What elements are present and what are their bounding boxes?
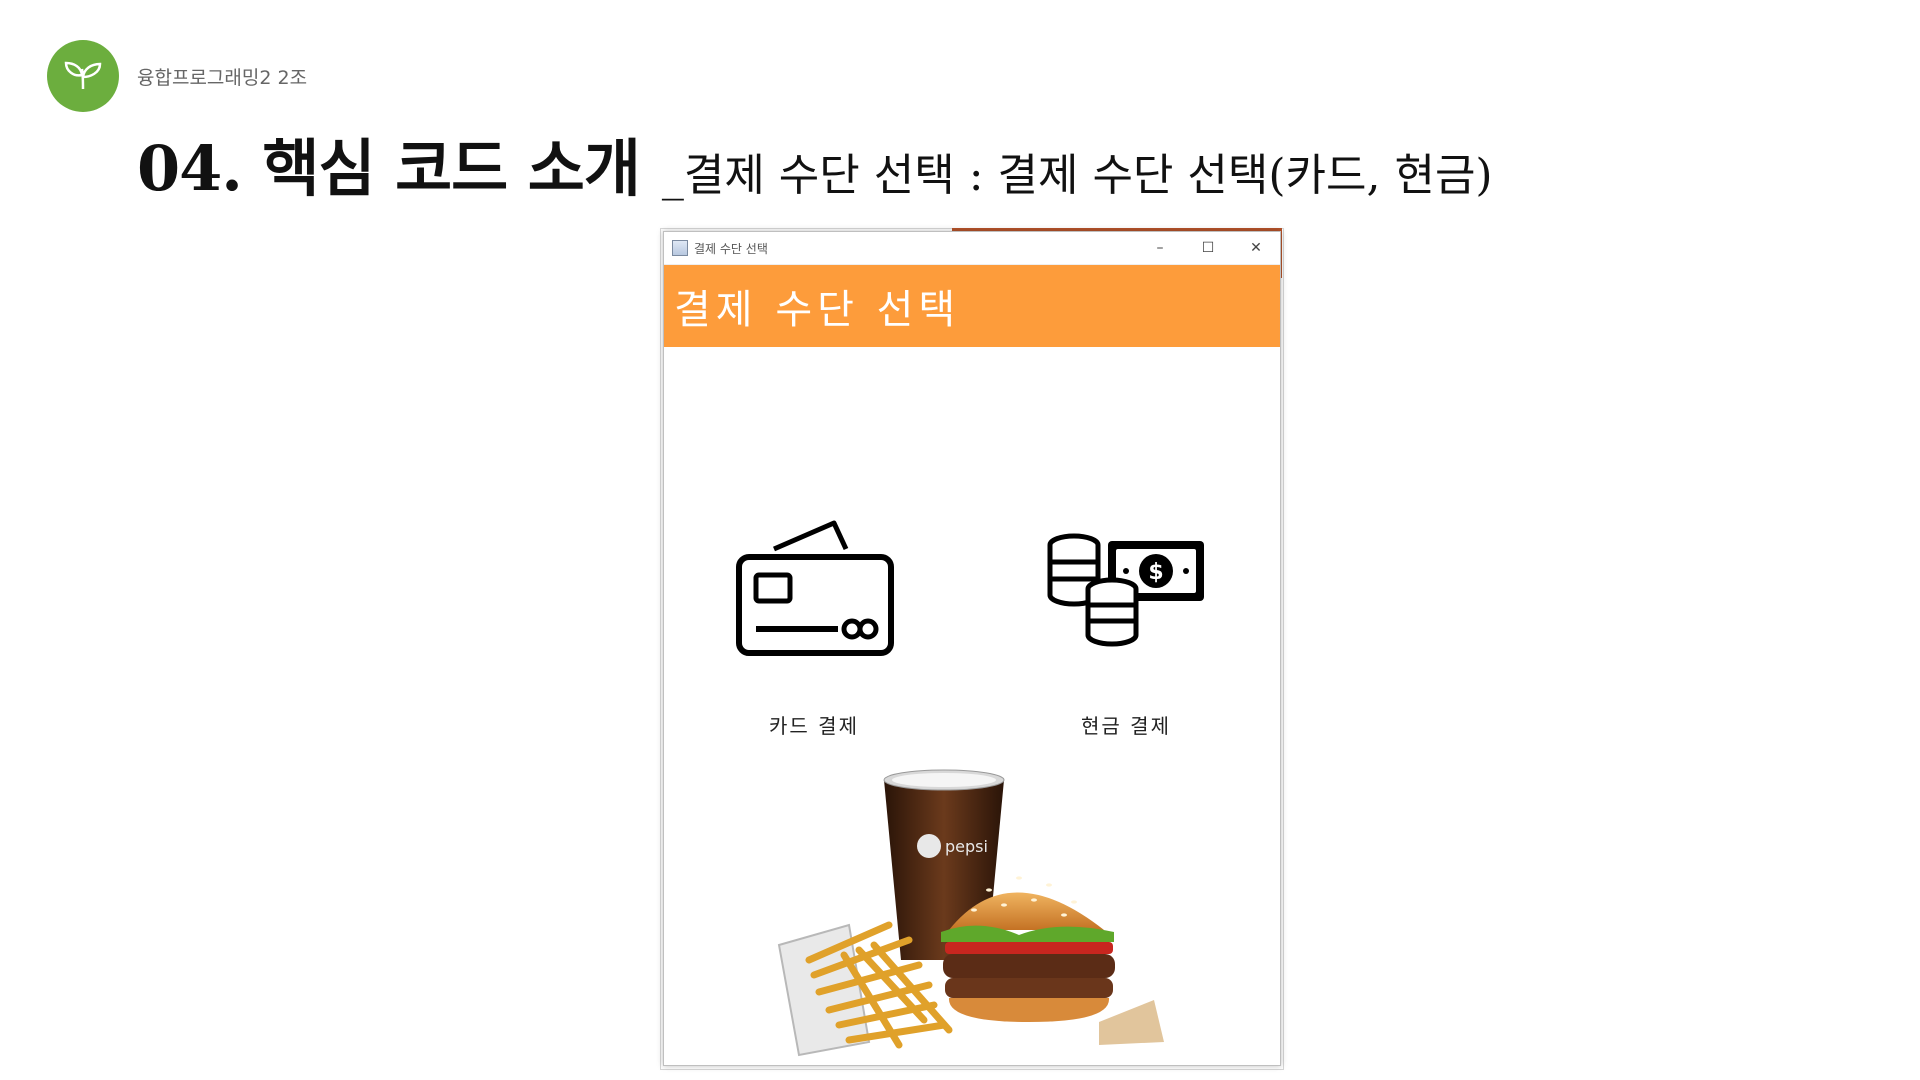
title-main: 04. 핵심 코드 소개	[137, 132, 641, 205]
java-app-icon	[672, 240, 688, 256]
cash-payment-label: 현금 결제	[1081, 714, 1171, 738]
cash-coins-icon: $	[1047, 533, 1204, 647]
card-payment-label: 카드 결제	[769, 714, 859, 738]
header-title: 결제 수단 선택	[674, 287, 961, 333]
window-controls: – ☐ ✕	[1136, 232, 1280, 264]
pepsi-logo	[917, 834, 941, 858]
payment-window: 결제 수단 선택 – ☐ ✕ 결제 수단 선택 카드 결제 $ 현금 결제 pe…	[663, 231, 1281, 1066]
window-titlebar[interactable]: 결제 수단 선택 – ☐ ✕	[664, 232, 1280, 265]
team-label: 융합프로그래밍2 2조	[137, 67, 308, 89]
close-button[interactable]: ✕	[1232, 232, 1280, 264]
cash-payment-button[interactable]: $ 현금 결제	[1046, 517, 1206, 739]
window-title: 결제 수단 선택	[694, 241, 768, 256]
cup-brand-text: pepsi	[945, 837, 988, 856]
burger-set-image: pepsi	[777, 769, 1164, 1057]
maximize-button[interactable]: ☐	[1184, 232, 1232, 264]
credit-card-icon	[736, 520, 894, 656]
slide-title: 04. 핵심 코드 소개 _결제 수단 선택 : 결제 수단 선택(카드, 현금…	[137, 118, 1493, 208]
minimize-button[interactable]: –	[1136, 232, 1184, 264]
leaf-logo	[47, 40, 119, 112]
title-subtitle: _결제 수단 선택 : 결제 수단 선택(카드, 현금)	[661, 150, 1493, 201]
wrapper-paper	[1099, 1000, 1164, 1045]
leaf-icon	[64, 61, 102, 90]
svg-text:$: $	[1148, 560, 1163, 585]
header-band: 결제 수단 선택	[664, 265, 1280, 347]
card-payment-button[interactable]: 카드 결제	[734, 517, 894, 739]
